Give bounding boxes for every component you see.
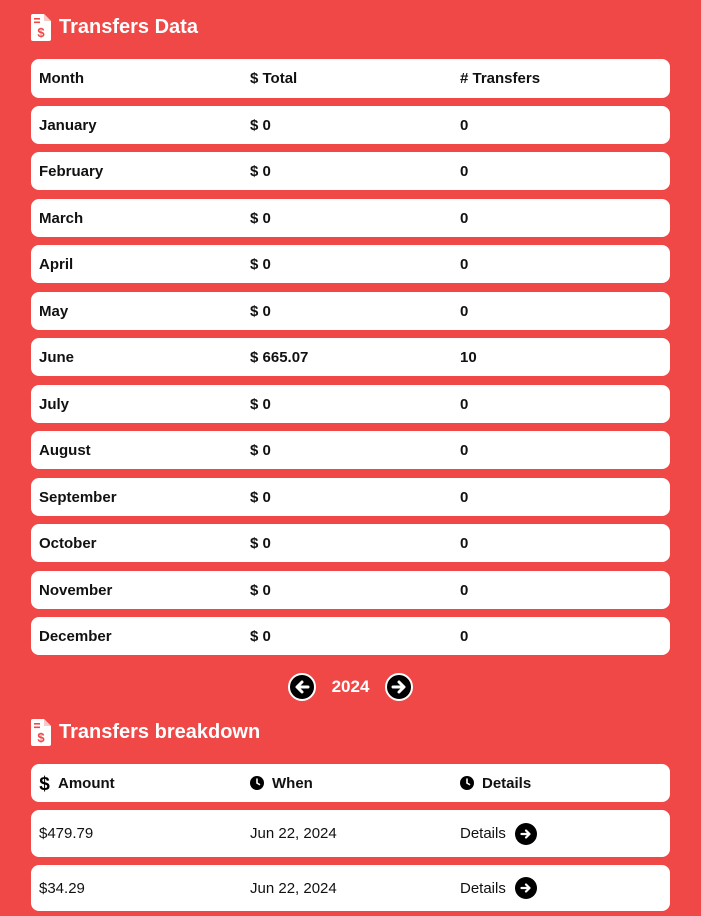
month-cell: July	[39, 395, 70, 413]
details-label[interactable]: Details	[460, 825, 506, 842]
details-header-label: Details	[482, 774, 532, 792]
section-title-text: Transfers breakdown	[59, 721, 261, 743]
amount-cell: $479.79	[39, 825, 94, 842]
total-cell: $ 0	[250, 116, 271, 134]
details-link[interactable]: Details	[460, 877, 537, 899]
table-row: March $ 0 0	[31, 199, 670, 237]
total-cell: $ 0	[250, 209, 271, 227]
total-cell: $ 0	[250, 581, 271, 599]
table-row: July $ 0 0	[31, 385, 670, 423]
amount-column-header: $ Amount	[39, 774, 115, 793]
table-row: November $ 0 0	[31, 571, 670, 609]
table-row: January $ 0 0	[31, 106, 670, 144]
arrow-right-icon	[520, 883, 531, 893]
when-header-label: When	[272, 774, 313, 792]
count-cell: 0	[460, 627, 469, 645]
table-row: April $ 0 0	[31, 245, 670, 283]
clock-icon	[250, 776, 264, 790]
total-cell: $ 0	[250, 255, 271, 273]
count-cell: 0	[460, 581, 469, 599]
details-link[interactable]: Details	[460, 822, 537, 845]
details-button[interactable]	[514, 822, 537, 845]
count-cell: 10	[460, 348, 477, 366]
clock-icon	[460, 776, 474, 790]
count-cell: 0	[460, 209, 469, 227]
month-cell: September	[39, 488, 117, 506]
count-cell: 0	[460, 162, 469, 180]
arrow-left-icon	[295, 680, 310, 694]
table-row: $479.79 Jun 22, 2024 Details	[31, 810, 670, 857]
breakdown-table-header: $ Amount When Details	[31, 764, 670, 802]
month-cell: August	[39, 441, 91, 459]
month-cell: December	[39, 627, 112, 645]
amount-cell: $34.29	[39, 879, 85, 897]
transfers-table-header: Month $ Total # Transfers	[31, 59, 670, 98]
month-cell: February	[39, 162, 104, 180]
when-column-header: When	[250, 775, 313, 792]
svg-text:$: $	[37, 25, 45, 40]
transfers-breakdown-title: $ Transfers breakdown	[31, 719, 260, 746]
invoice-icon: $	[31, 719, 51, 746]
count-cell: 0	[460, 488, 469, 506]
total-cell: $ 0	[250, 488, 271, 506]
svg-text:$: $	[39, 774, 50, 793]
month-cell: March	[39, 209, 84, 227]
details-column-header: Details	[460, 775, 531, 792]
svg-text:$: $	[37, 730, 45, 745]
dollar-icon: $	[39, 774, 50, 793]
table-row: October $ 0 0	[31, 524, 670, 562]
total-cell: $ 0	[250, 441, 271, 459]
invoice-icon: $	[31, 14, 51, 41]
details-button[interactable]	[514, 877, 537, 899]
table-row: September $ 0 0	[31, 478, 670, 516]
total-cell: $ 0	[250, 534, 271, 552]
total-cell: $ 0	[250, 627, 271, 645]
previous-year-button[interactable]	[288, 673, 316, 701]
table-row: June $ 665.07 10	[31, 338, 670, 376]
month-cell: May	[39, 302, 69, 320]
arrow-right-icon	[391, 680, 406, 694]
amount-header-label: Amount	[58, 774, 115, 792]
table-row: August $ 0 0	[31, 431, 670, 469]
total-cell: $ 665.07	[250, 348, 309, 366]
year-navigation: 2024	[288, 672, 413, 702]
when-cell: Jun 22, 2024	[250, 879, 337, 897]
section-title-text: Transfers Data	[59, 16, 198, 38]
arrow-right-icon	[520, 828, 531, 839]
month-cell: April	[39, 255, 74, 273]
count-cell: 0	[460, 116, 469, 134]
month-cell: October	[39, 534, 97, 552]
count-cell: 0	[460, 441, 469, 459]
table-row: May $ 0 0	[31, 292, 670, 330]
month-cell: January	[39, 116, 97, 134]
year-label: 2024	[331, 677, 370, 696]
transfers-data-title: $ Transfers Data	[31, 14, 198, 41]
transfers-count-column-header: # Transfers	[460, 70, 541, 87]
table-row: December $ 0 0	[31, 617, 670, 655]
table-row: $34.29 Jun 22, 2024 Details	[31, 865, 670, 911]
count-cell: 0	[460, 534, 469, 552]
when-cell: Jun 22, 2024	[250, 825, 337, 842]
table-row: February $ 0 0	[31, 152, 670, 190]
count-cell: 0	[460, 302, 469, 320]
total-cell: $ 0	[250, 162, 271, 180]
count-cell: 0	[460, 255, 469, 273]
total-cell: $ 0	[250, 302, 271, 320]
total-cell: $ 0	[250, 395, 271, 413]
details-label[interactable]: Details	[460, 880, 506, 897]
month-cell: June	[39, 348, 75, 366]
total-column-header: $ Total	[250, 70, 298, 87]
month-cell: November	[39, 581, 113, 599]
next-year-button[interactable]	[384, 673, 413, 701]
count-cell: 0	[460, 395, 469, 413]
month-column-header: Month	[39, 70, 84, 87]
